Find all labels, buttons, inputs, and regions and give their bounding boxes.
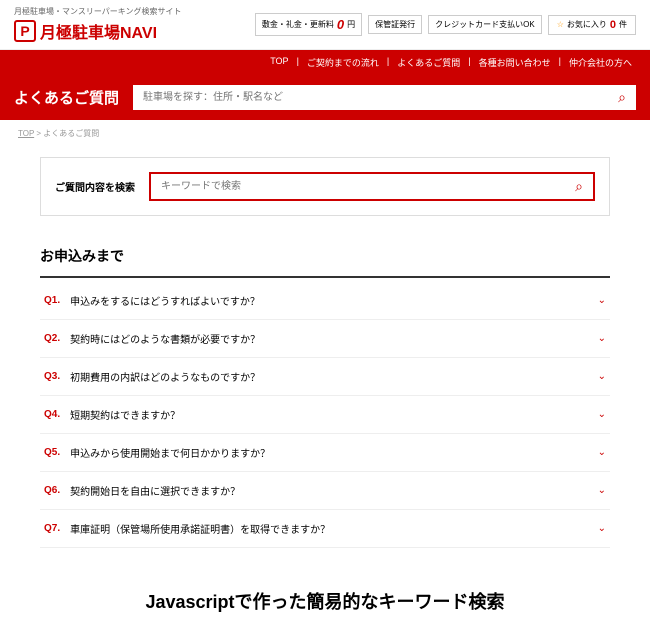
nav-contact[interactable]: 各種お問い合わせ — [475, 56, 555, 69]
faq-number: Q7. — [44, 523, 60, 534]
faq-number: Q4. — [44, 409, 60, 420]
faq-search-button[interactable]: ⌕ — [565, 174, 593, 199]
faq-search-label: ご質問内容を検索 — [55, 179, 135, 194]
info-fees-zero: 0 — [337, 17, 344, 32]
faq-item[interactable]: Q1. 申込みをするにはどうすればよいですか？⌄ — [40, 282, 610, 320]
logo: P 月極駐車場NAVI — [14, 19, 182, 43]
fav-unit: 件 — [619, 19, 627, 30]
faq-item[interactable]: Q6. 契約開始日を自由に選択できますか？⌄ — [40, 472, 610, 510]
faq-search-field: ⌕ — [149, 172, 595, 201]
info-cert: 保管証発行 — [368, 15, 422, 34]
parking-icon: P — [14, 20, 36, 42]
nav-sep: | — [468, 56, 470, 69]
content: ご質問内容を検索 ⌕ お申込みまで Q1. 申込みをするにはどうすればよいですか？… — [0, 157, 650, 568]
chevron-down-icon: ⌄ — [598, 371, 606, 382]
caption: Javascriptで作った簡易的なキーワード検索 — [0, 568, 650, 628]
nav-sep: | — [387, 56, 389, 69]
search-bar: よくあるご質問 ⌕ — [0, 75, 650, 120]
chevron-down-icon: ⌄ — [598, 409, 606, 420]
nav-top[interactable]: TOP — [266, 56, 292, 69]
faq-item[interactable]: Q2. 契約時にはどのような書類が必要ですか？⌄ — [40, 320, 610, 358]
faq-list: Q1.申込みをするにはどうすればよいですか？⌄Q2.契約時にはどのような書類が必… — [40, 282, 610, 548]
faq-question: 申込みをするにはどうすればよいですか？ — [70, 293, 597, 308]
main-nav: TOP | ご契約までの流れ | よくあるご質問 | 各種お問い合わせ | 仲介… — [0, 50, 650, 75]
logo-text: 月極駐車場NAVI — [40, 19, 157, 43]
faq-item[interactable]: Q7. 車庫証明（保管場所使用承諾証明書）を取得できますか？⌄ — [40, 510, 610, 548]
favorites-button[interactable]: ☆ お気に入り 0 件 — [548, 15, 636, 35]
faq-question: 申込みから使用開始まで何日かかりますか？ — [70, 445, 597, 460]
faq-number: Q2. — [44, 333, 60, 344]
chevron-down-icon: ⌄ — [598, 485, 606, 496]
faq-number: Q6. — [44, 485, 60, 496]
search-wrap: ⌕ — [133, 85, 636, 110]
logo-area[interactable]: 月極駐車場・マンスリーパーキング検索サイト P 月極駐車場NAVI — [14, 6, 182, 43]
fav-count: 0 — [610, 19, 616, 31]
star-icon: ☆ — [557, 20, 564, 29]
search-button[interactable]: ⌕ — [608, 85, 636, 110]
page-title: よくあるご質問 — [14, 87, 119, 108]
info-credit: クレジットカード支払いOK — [428, 15, 542, 34]
nav-agent[interactable]: 仲介会社の方へ — [565, 56, 636, 69]
info-fees-label: 敷金・礼金・更新料 — [262, 19, 334, 30]
breadcrumb: TOP > よくあるご質問 — [0, 120, 650, 147]
chevron-down-icon: ⌄ — [598, 523, 606, 534]
tagline: 月極駐車場・マンスリーパーキング検索サイト — [14, 6, 182, 17]
faq-number: Q1. — [44, 295, 60, 306]
faq-number: Q5. — [44, 447, 60, 458]
breadcrumb-current: よくあるご質問 — [43, 129, 99, 138]
faq-question: 契約開始日を自由に選択できますか？ — [70, 483, 597, 498]
parking-search-input[interactable] — [133, 85, 608, 110]
search-icon: ⌕ — [618, 89, 626, 105]
faq-item[interactable]: Q3. 初期費用の内訳はどのようなものですか？⌄ — [40, 358, 610, 396]
faq-question: 契約時にはどのような書類が必要ですか？ — [70, 331, 597, 346]
top-right: 敷金・礼金・更新料 0 円 保管証発行 クレジットカード支払いOK ☆ お気に入… — [255, 13, 636, 36]
search-icon: ⌕ — [575, 178, 583, 194]
breadcrumb-sep: > — [34, 129, 43, 138]
faq-question: 短期契約はできますか？ — [70, 407, 597, 422]
faq-item[interactable]: Q4. 短期契約はできますか？⌄ — [40, 396, 610, 434]
faq-question: 初期費用の内訳はどのようなものですか？ — [70, 369, 597, 384]
breadcrumb-home[interactable]: TOP — [18, 129, 34, 138]
info-fees: 敷金・礼金・更新料 0 円 — [255, 13, 362, 36]
faq-search-input[interactable] — [151, 174, 565, 199]
section-title: お申込みまで — [40, 236, 610, 278]
faq-search-box: ご質問内容を検索 ⌕ — [40, 157, 610, 216]
nav-sep: | — [559, 56, 561, 69]
faq-number: Q3. — [44, 371, 60, 382]
chevron-down-icon: ⌄ — [598, 333, 606, 344]
nav-sep: | — [297, 56, 299, 69]
faq-question: 車庫証明（保管場所使用承諾証明書）を取得できますか？ — [70, 521, 597, 536]
chevron-down-icon: ⌄ — [598, 295, 606, 306]
info-fees-yen: 円 — [347, 19, 355, 30]
chevron-down-icon: ⌄ — [598, 447, 606, 458]
faq-item[interactable]: Q5. 申込みから使用開始まで何日かかりますか？⌄ — [40, 434, 610, 472]
nav-faq[interactable]: よくあるご質問 — [393, 56, 464, 69]
top-bar: 月極駐車場・マンスリーパーキング検索サイト P 月極駐車場NAVI 敷金・礼金・… — [0, 0, 650, 50]
fav-label: お気に入り — [567, 19, 607, 30]
nav-flow[interactable]: ご契約までの流れ — [303, 56, 383, 69]
